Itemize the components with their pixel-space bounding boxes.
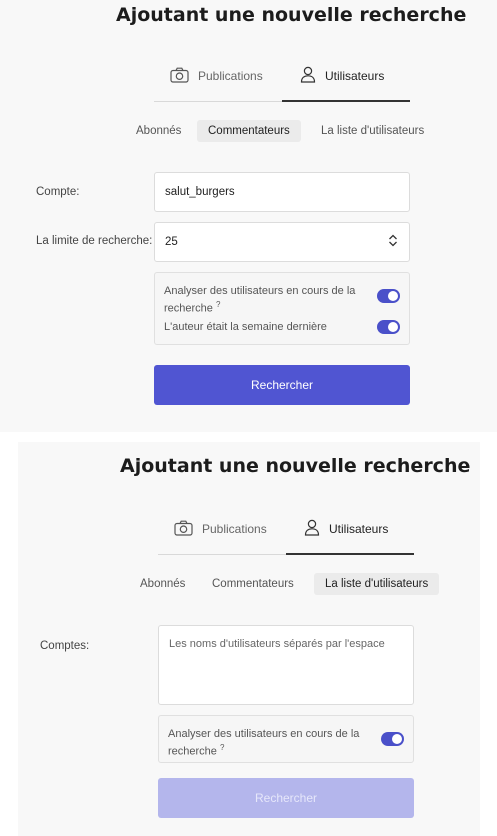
tab-publications[interactable]: Publications (174, 513, 267, 545)
options-box: Analyser des utilisateurs en cours de la… (154, 272, 410, 345)
account-field[interactable]: salut_burgers (154, 172, 410, 212)
user-icon (300, 66, 325, 86)
help-icon[interactable]: ? (216, 300, 220, 309)
help-icon[interactable]: ? (220, 743, 224, 752)
camera-icon (170, 67, 198, 86)
accounts-textarea[interactable]: Les noms d'utilisateurs séparés par l'es… (158, 625, 414, 705)
tab-publications-label: Publications (198, 69, 263, 83)
search-button-disabled[interactable]: Rechercher (158, 778, 414, 818)
option-analyser-toggle[interactable] (381, 732, 404, 746)
option-analyser-label: Analyser des utilisateurs en cours de la… (168, 728, 360, 758)
search-form-panel-commentateurs: Ajoutant une nouvelle recherche Publicat… (0, 0, 497, 432)
option-auteur-toggle[interactable] (377, 320, 400, 334)
tab-utilisateurs[interactable]: Utilisateurs (304, 513, 388, 545)
limit-stepper[interactable]: 25 (154, 222, 410, 262)
option-auteur-label: L'auteur était la semaine dernière (164, 321, 327, 333)
tab-utilisateurs[interactable]: Utilisateurs (300, 60, 384, 92)
search-button[interactable]: Rechercher (154, 365, 410, 405)
option-analyser-toggle[interactable] (377, 289, 400, 303)
subtab-abonnes[interactable]: Abonnés (125, 120, 192, 142)
camera-icon (174, 520, 202, 539)
tab-publications[interactable]: Publications (170, 60, 263, 92)
option-analyser-label: Analyser des utilisateurs en cours de la… (164, 285, 356, 315)
subtab-commentateurs[interactable]: Commentateurs (197, 120, 301, 142)
active-tab-indicator (282, 100, 410, 102)
account-value: salut_burgers (165, 186, 235, 198)
tab-utilisateurs-label: Utilisateurs (329, 522, 389, 536)
active-tab-indicator (286, 553, 414, 555)
account-label: Compte: (36, 186, 80, 198)
subtab-liste-utilisateurs[interactable]: La liste d'utilisateurs (314, 573, 440, 595)
user-icon (304, 519, 329, 539)
chevron-up-down-icon[interactable] (388, 234, 398, 251)
accounts-label: Comptes: (40, 640, 90, 652)
subtab-liste-utilisateurs[interactable]: La liste d'utilisateurs (310, 120, 435, 142)
subtab-commentateurs[interactable]: Commentateurs (201, 573, 305, 595)
accounts-placeholder: Les noms d'utilisateurs séparés par l'es… (169, 638, 385, 650)
tab-utilisateurs-label: Utilisateurs (325, 69, 385, 83)
options-box: Analyser des utilisateurs en cours de la… (158, 715, 414, 763)
search-form-panel-liste: Ajoutant une nouvelle recherche Publicat… (18, 442, 480, 836)
limit-label: La limite de recherche: (36, 235, 153, 247)
limit-value: 25 (165, 236, 178, 248)
page-title: Ajoutant une nouvelle recherche (116, 4, 467, 26)
subtab-abonnes[interactable]: Abonnés (129, 573, 196, 595)
tab-publications-label: Publications (202, 522, 267, 536)
page-title: Ajoutant une nouvelle recherche (120, 455, 471, 477)
